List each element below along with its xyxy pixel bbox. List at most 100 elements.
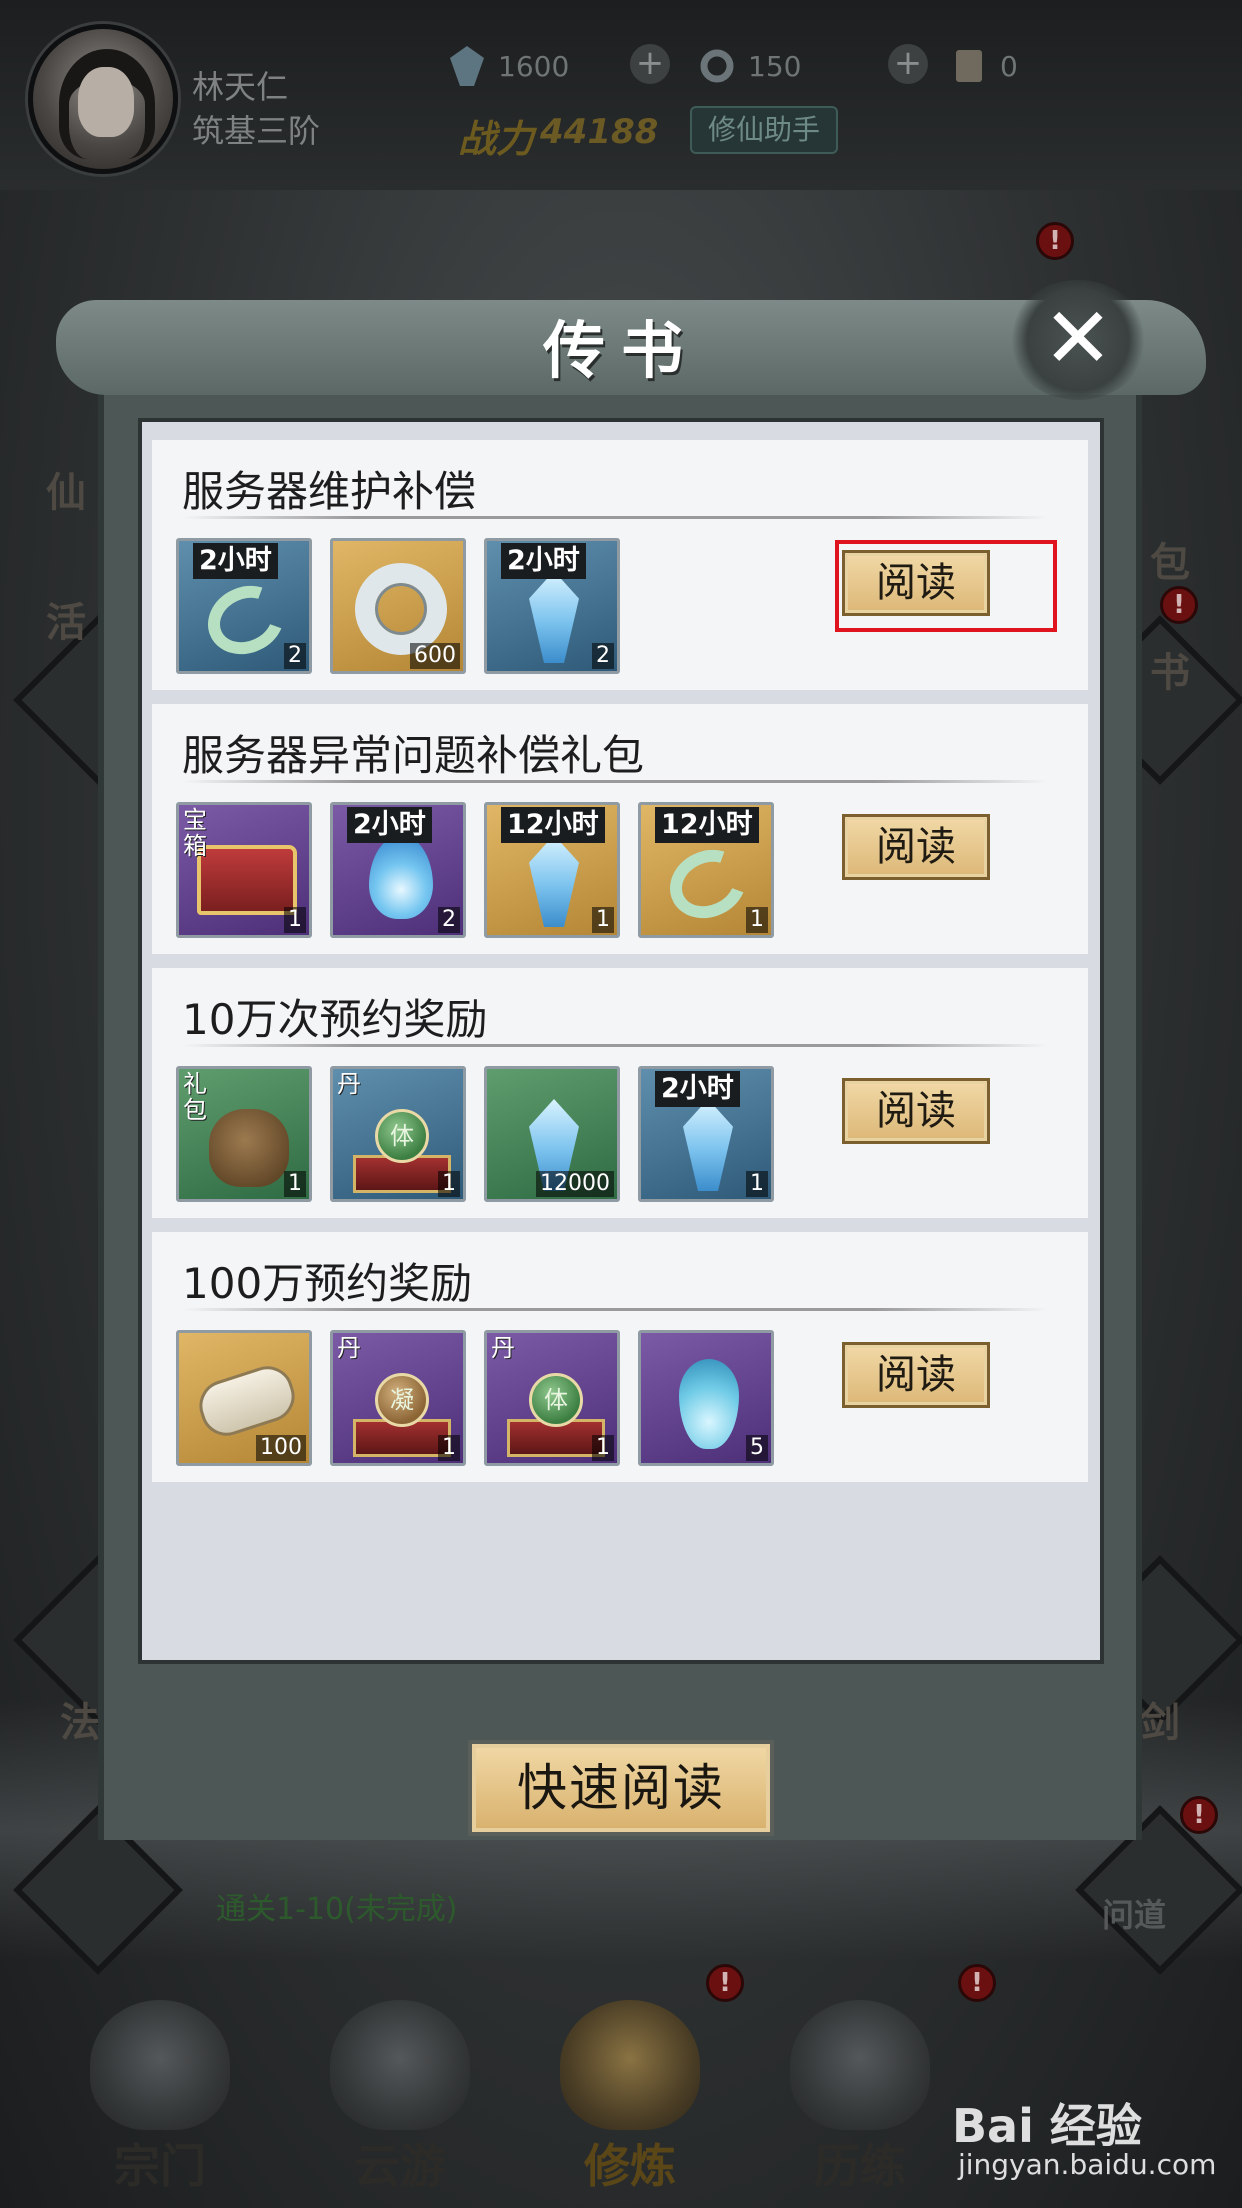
pill-art: 体 bbox=[529, 1373, 583, 1427]
mail-divider bbox=[182, 780, 1048, 783]
reward-duration-tag: 12小时 bbox=[655, 807, 759, 843]
side-label-huo: 活 bbox=[46, 599, 86, 646]
baidu-watermark-url: jingyan.baidu.com bbox=[958, 2148, 1217, 2181]
cultivate-emblem-icon bbox=[560, 2000, 700, 2130]
resource-crystal: 1600 bbox=[450, 46, 569, 86]
reward-count: 100 bbox=[256, 1435, 306, 1461]
read-button[interactable]: 阅读 bbox=[842, 1342, 990, 1408]
reward-duration-tag: 2小时 bbox=[501, 543, 586, 579]
add-jade-button[interactable]: + bbox=[888, 44, 928, 84]
side-label-bao: 包 bbox=[1150, 539, 1190, 586]
sect-emblem-icon bbox=[90, 2000, 230, 2130]
read-button[interactable]: 阅读 bbox=[842, 1078, 990, 1144]
reward-count: 1 bbox=[592, 907, 614, 933]
swirl-art bbox=[658, 837, 758, 931]
reward-crystal-icon[interactable]: 2小时 1 bbox=[638, 1066, 774, 1202]
side-label-fa: 法 bbox=[60, 1699, 100, 1746]
swirl-art bbox=[196, 573, 296, 667]
reward-type-label: 丹 bbox=[337, 1334, 361, 1362]
reward-flame-icon[interactable]: 2小时 2 bbox=[330, 802, 466, 938]
close-button[interactable]: ✕ bbox=[1008, 280, 1148, 400]
ring-art bbox=[355, 563, 447, 655]
reward-type-label: 礼包 bbox=[183, 1070, 207, 1124]
scroll-art bbox=[192, 1359, 302, 1443]
player-name: 林天仁 bbox=[192, 68, 289, 106]
wendao-label[interactable]: 问道 bbox=[1102, 1890, 1166, 1936]
reward-count: 2 bbox=[438, 907, 460, 933]
alert-badge-top: ! bbox=[1036, 222, 1074, 260]
reward-count: 5 bbox=[746, 1435, 768, 1461]
mail-title: 10万次预约奖励 bbox=[182, 995, 488, 1044]
flame-art bbox=[369, 835, 433, 919]
travel-emblem-icon bbox=[330, 2000, 470, 2130]
add-crystal-button[interactable]: + bbox=[630, 44, 670, 84]
nav-training[interactable]: 历练 bbox=[760, 1990, 960, 2193]
nav-cultivate-label: 修炼 bbox=[584, 2139, 676, 2193]
resource-scroll-value: 0 bbox=[1000, 49, 1018, 83]
crystal-icon bbox=[450, 46, 484, 86]
reward-count: 1 bbox=[284, 907, 306, 933]
reward-swirl-icon[interactable]: 2小时 2 bbox=[176, 538, 312, 674]
reward-pill-chest-icon[interactable]: 体 丹 1 bbox=[330, 1066, 466, 1202]
scroll-icon bbox=[956, 50, 982, 82]
power-value: 44188 bbox=[540, 112, 659, 152]
mail-item[interactable]: 服务器异常问题补偿礼包 宝箱 1 2小时 2 12小时 1 12小时 1 阅读 bbox=[152, 704, 1088, 954]
reward-crystal-icon[interactable]: 12000 bbox=[484, 1066, 620, 1202]
nav-cultivate[interactable]: 修炼 bbox=[530, 1990, 730, 2193]
nav-sect[interactable]: 宗门 bbox=[60, 1990, 260, 2193]
reward-count: 1 bbox=[746, 1171, 768, 1197]
alert-badge-lower-right: ! bbox=[1180, 1796, 1218, 1834]
training-emblem-icon bbox=[790, 2000, 930, 2130]
mail-divider bbox=[182, 1044, 1048, 1047]
nav-training-label: 历练 bbox=[814, 2139, 906, 2193]
nav-travel-label: 云游 bbox=[354, 2139, 446, 2193]
reward-jade-ring-icon[interactable]: 600 bbox=[330, 538, 466, 674]
close-icon: ✕ bbox=[1042, 289, 1114, 387]
alert-badge-nav-2: ! bbox=[958, 1964, 996, 2002]
nav-sect-label: 宗门 bbox=[114, 2139, 206, 2193]
reward-count: 1 bbox=[746, 907, 768, 933]
reward-treasure-chest-icon[interactable]: 宝箱 1 bbox=[176, 802, 312, 938]
pill-art: 凝 bbox=[375, 1373, 429, 1427]
mail-title: 100万预约奖励 bbox=[182, 1259, 473, 1308]
reward-count: 1 bbox=[438, 1171, 460, 1197]
reward-duration-tag: 2小时 bbox=[347, 807, 432, 843]
reward-crystal-icon[interactable]: 2小时 2 bbox=[484, 538, 620, 674]
reward-duration-tag: 2小时 bbox=[655, 1071, 740, 1107]
pill-art: 体 bbox=[375, 1109, 429, 1163]
mail-item[interactable]: 100万预约奖励 100 凝 丹 1 体 丹 1 5 阅读 bbox=[152, 1232, 1088, 1482]
reward-swirl-icon[interactable]: 12小时 1 bbox=[638, 802, 774, 938]
side-label-xian: 仙 bbox=[46, 469, 86, 516]
reward-pill-chest-icon[interactable]: 凝 丹 1 bbox=[330, 1330, 466, 1466]
read-button[interactable]: 阅读 bbox=[842, 814, 990, 880]
side-label-shu: 书 bbox=[1150, 649, 1190, 696]
quest-progress-text: 通关1-10(未完成) bbox=[216, 1892, 458, 1927]
reward-count: 600 bbox=[410, 643, 460, 669]
reward-count: 1 bbox=[284, 1171, 306, 1197]
player-avatar[interactable] bbox=[28, 24, 178, 174]
reward-count: 2 bbox=[592, 643, 614, 669]
reward-crystal-icon[interactable]: 12小时 1 bbox=[484, 802, 620, 938]
cultivation-assistant-button[interactable]: 修仙助手 bbox=[690, 106, 838, 154]
nav-travel[interactable]: 云游 bbox=[300, 1990, 500, 2193]
resource-scroll: 0 bbox=[952, 46, 1018, 86]
bag-art bbox=[209, 1109, 289, 1187]
reward-scroll-icon[interactable]: 100 bbox=[176, 1330, 312, 1466]
resource-jade-value: 150 bbox=[748, 49, 802, 83]
side-label-jian: 剑 bbox=[1140, 1699, 1180, 1746]
reward-count: 12000 bbox=[536, 1171, 614, 1197]
mail-item[interactable]: 10万次预约奖励 礼包 1 体 丹 1 12000 2小时 1 阅读 bbox=[152, 968, 1088, 1218]
reward-pill-chest-icon[interactable]: 体 丹 1 bbox=[484, 1330, 620, 1466]
power-label: 战力 bbox=[458, 116, 535, 161]
crystal-art bbox=[529, 571, 579, 663]
player-rank: 筑基三阶 bbox=[192, 112, 321, 150]
reward-duration-tag: 2小时 bbox=[193, 543, 278, 579]
quick-read-button[interactable]: 快速阅读 bbox=[468, 1740, 774, 1836]
mail-divider bbox=[182, 516, 1048, 519]
reward-gift-bag-icon[interactable]: 礼包 1 bbox=[176, 1066, 312, 1202]
reward-spirit-drop-icon[interactable]: 5 bbox=[638, 1330, 774, 1466]
reward-count: 2 bbox=[284, 643, 306, 669]
reward-count: 1 bbox=[438, 1435, 460, 1461]
reward-duration-tag: 12小时 bbox=[501, 807, 605, 843]
avatar-face bbox=[78, 67, 134, 137]
